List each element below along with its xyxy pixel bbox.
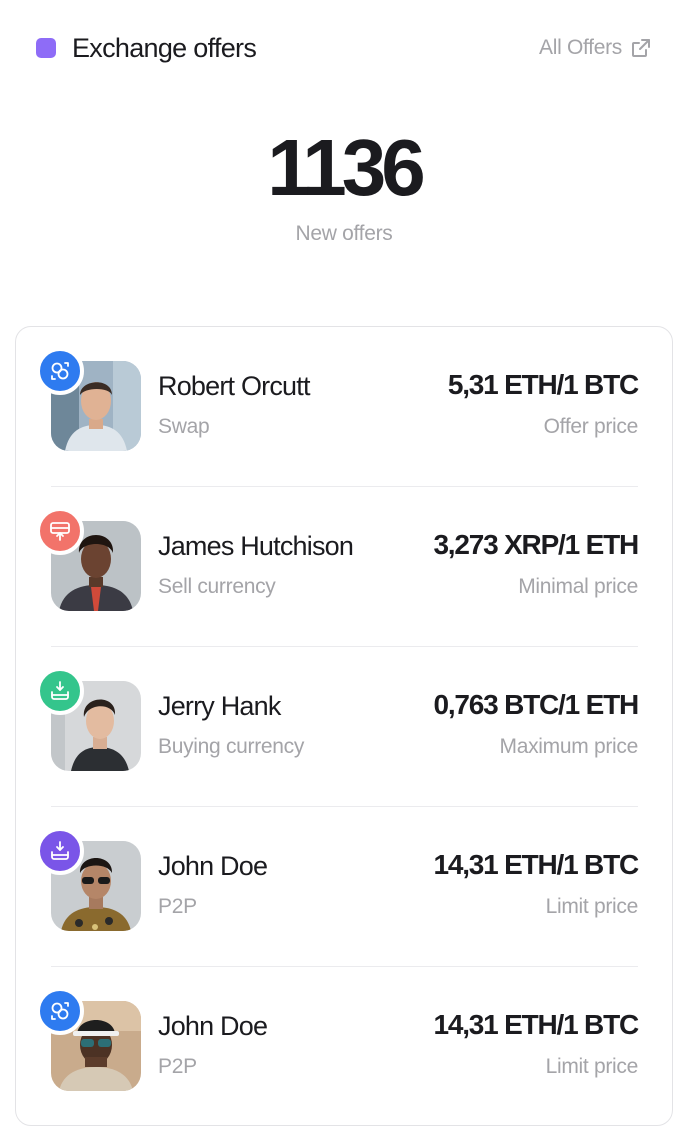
offer-type: Sell currency <box>158 575 276 598</box>
offer-type: P2P <box>158 1055 197 1078</box>
offer-type: Buying currency <box>158 735 305 758</box>
widget-header: Exchange offers All Offers <box>36 30 652 66</box>
offer-price: 14,31 ETH/1 BTC <box>433 849 639 880</box>
trader-name: James Hutchison <box>158 531 354 561</box>
trader-name: Jerry Hank <box>158 691 281 721</box>
download-tray-icon <box>51 841 69 860</box>
offer-row[interactable]: John Doe P2P 14,31 ETH/1 BTC Limit price <box>36 967 639 1127</box>
offers-list: Robert Orcutt Swap 5,31 ETH/1 BTC Offer … <box>15 326 673 1126</box>
trader-name: Robert Orcutt <box>158 371 310 401</box>
price-label: Limit price <box>545 895 639 918</box>
swap-badge <box>36 347 84 395</box>
sell-badge <box>36 507 84 555</box>
trader-name: John Doe <box>158 851 268 881</box>
new-offers-summary: 1136 New offers <box>0 118 688 246</box>
offer-price: 3,273 XRP/1 ETH <box>433 529 639 560</box>
offer-row[interactable]: Robert Orcutt Swap 5,31 ETH/1 BTC Offer … <box>36 327 639 487</box>
offer-price: 5,31 ETH/1 BTC <box>447 369 639 400</box>
buy-badge <box>36 667 84 715</box>
swap-icon <box>51 362 69 380</box>
header-accent-dot <box>36 38 56 58</box>
offer-type: P2P <box>158 895 197 918</box>
download-tray-icon <box>51 681 69 700</box>
price-label: Offer price <box>543 415 639 438</box>
offer-row[interactable]: Jerry Hank Buying currency 0,763 BTC/1 E… <box>36 647 639 807</box>
price-label: Minimal price <box>518 575 638 598</box>
new-offers-label: New offers <box>295 222 393 245</box>
new-offers-count: 1136 <box>267 123 426 212</box>
widget-title: Exchange offers <box>72 32 257 63</box>
all-offers-link[interactable]: All Offers <box>539 36 652 60</box>
all-offers-label: All Offers <box>539 36 622 59</box>
offer-type: Swap <box>158 415 210 438</box>
external-link-icon <box>632 39 650 57</box>
p2p-badge <box>36 827 84 875</box>
offer-price: 0,763 BTC/1 ETH <box>433 689 639 720</box>
upload-tray-icon <box>50 522 70 541</box>
offer-row[interactable]: James Hutchison Sell currency 3,273 XRP/… <box>36 487 639 647</box>
swap-badge <box>36 987 84 1035</box>
trader-name: John Doe <box>158 1011 268 1041</box>
offer-row[interactable]: John Doe P2P 14,31 ETH/1 BTC Limit price <box>36 807 639 967</box>
offer-price: 14,31 ETH/1 BTC <box>433 1009 639 1040</box>
price-label: Limit price <box>545 1055 639 1078</box>
price-label: Maximum price <box>499 735 639 758</box>
swap-icon <box>51 1002 69 1020</box>
